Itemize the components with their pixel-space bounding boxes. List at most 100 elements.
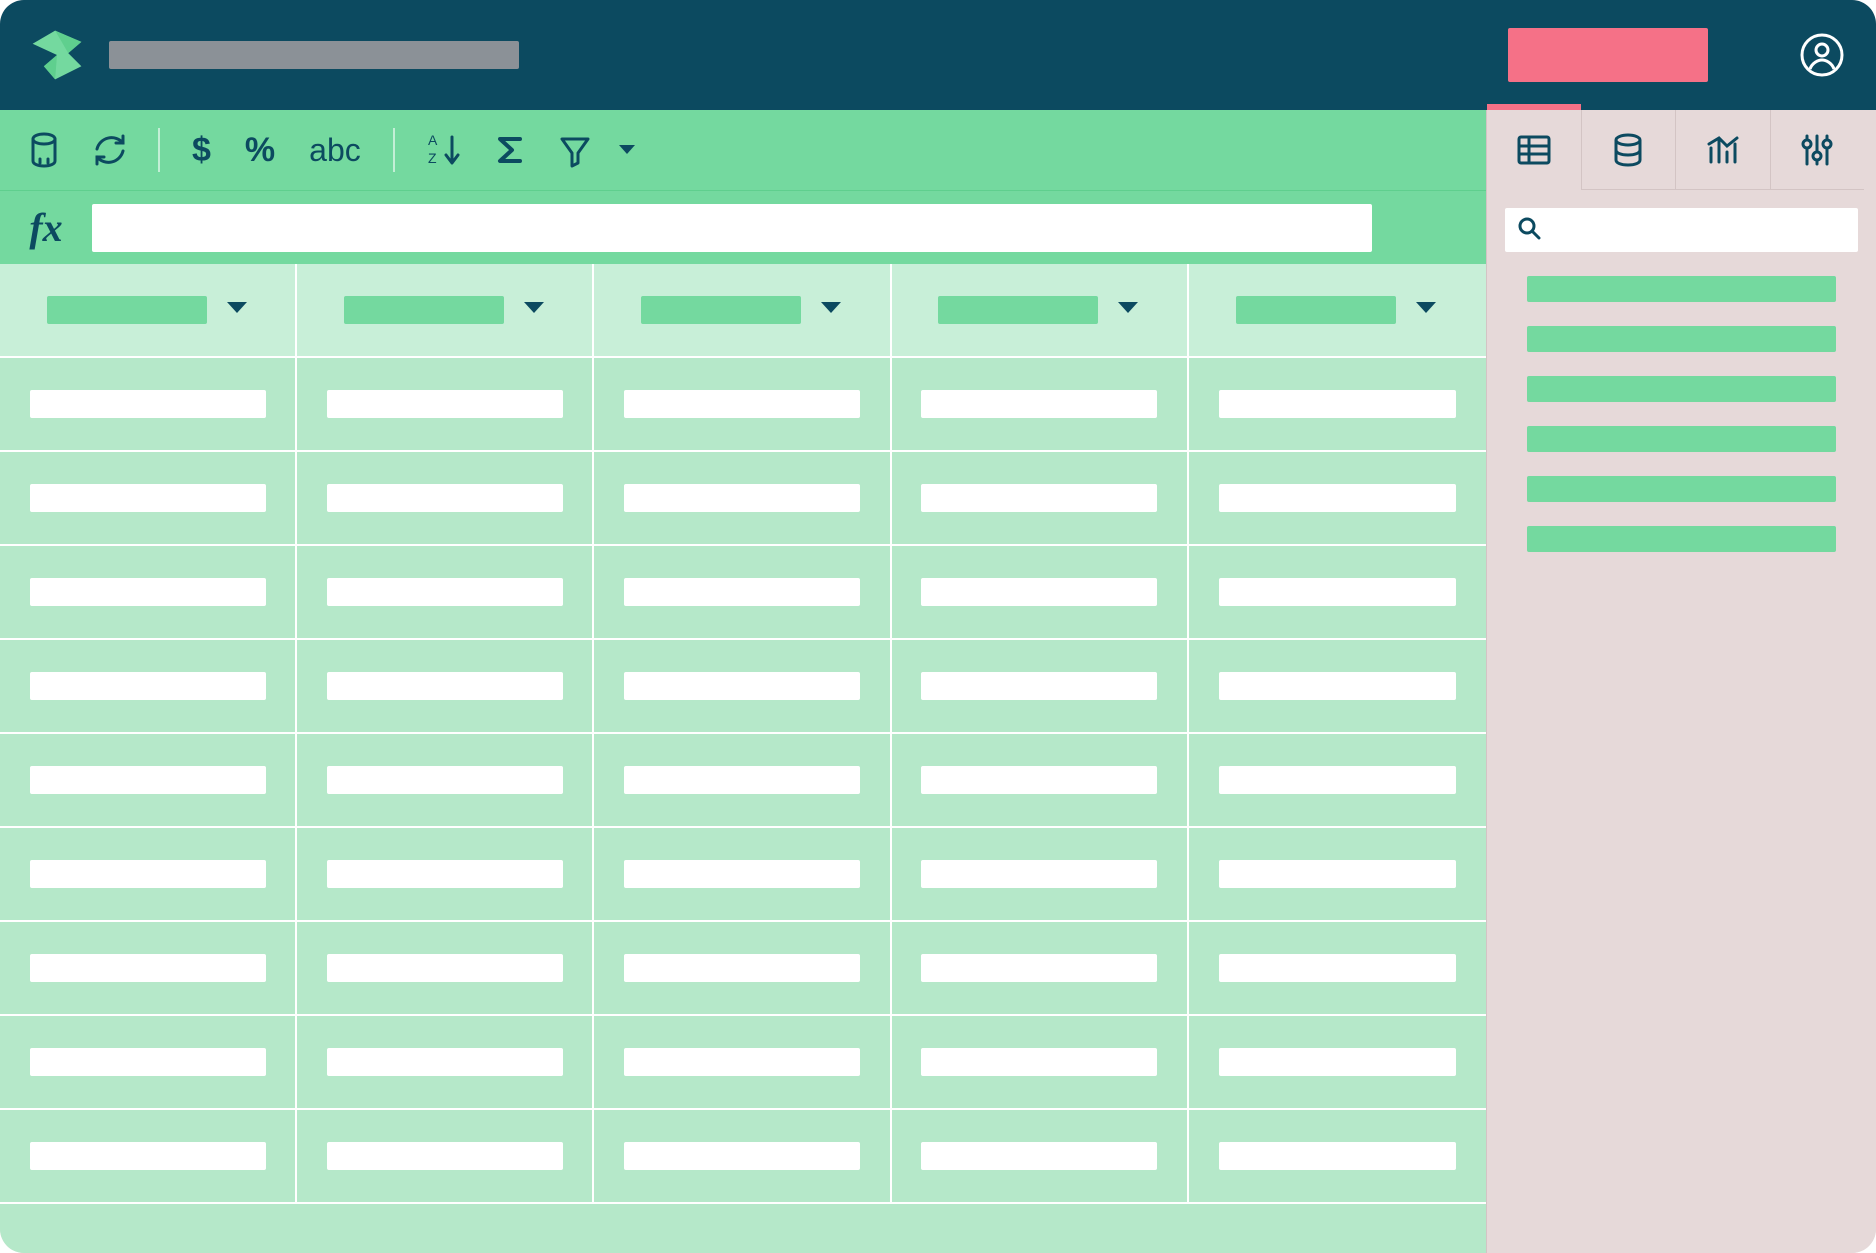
cell-value (30, 1142, 266, 1170)
sidebar-item[interactable] (1527, 526, 1836, 552)
cell[interactable] (594, 452, 891, 546)
cell[interactable] (1189, 734, 1486, 828)
cell-value (624, 672, 860, 700)
cell[interactable] (594, 1016, 891, 1110)
chevron-down-icon[interactable] (819, 300, 843, 321)
cell[interactable] (297, 734, 594, 828)
cell-value (30, 1048, 266, 1076)
chevron-down-icon[interactable] (1116, 300, 1140, 321)
sidebar-tab-settings[interactable] (1771, 110, 1865, 190)
sidebar-item[interactable] (1527, 276, 1836, 302)
cell[interactable] (892, 734, 1189, 828)
cell[interactable] (1189, 546, 1486, 640)
format-text-button[interactable]: abc (301, 132, 369, 169)
cell-value (921, 390, 1157, 418)
cell[interactable] (0, 358, 297, 452)
cell[interactable] (594, 546, 891, 640)
toolbar-separator (158, 128, 160, 172)
cell-value (624, 578, 860, 606)
data-grid[interactable] (0, 264, 1486, 1253)
cell[interactable] (594, 734, 891, 828)
cell[interactable] (297, 452, 594, 546)
column-header[interactable] (1189, 264, 1486, 358)
cell[interactable] (892, 828, 1189, 922)
format-percent-button[interactable]: % (237, 131, 283, 170)
action-banner[interactable] (1508, 28, 1708, 82)
cell[interactable] (1189, 1110, 1486, 1204)
app-logo-icon[interactable] (25, 23, 89, 87)
filter-dropdown-caret-icon[interactable] (617, 143, 637, 157)
cell[interactable] (1189, 640, 1486, 734)
cell[interactable] (0, 640, 297, 734)
refresh-icon[interactable] (86, 126, 134, 174)
cell[interactable] (297, 640, 594, 734)
cell[interactable] (0, 734, 297, 828)
cell[interactable] (1189, 1016, 1486, 1110)
cell-value (921, 484, 1157, 512)
cell[interactable] (0, 1016, 297, 1110)
topbar (0, 0, 1876, 110)
cell-value (921, 766, 1157, 794)
cell-value (1219, 1142, 1457, 1170)
column-header[interactable] (297, 264, 594, 358)
cell[interactable] (892, 546, 1189, 640)
cell-value (1219, 390, 1457, 418)
sidebar-item[interactable] (1527, 426, 1836, 452)
cell[interactable] (297, 1016, 594, 1110)
cell[interactable] (892, 452, 1189, 546)
chevron-down-icon[interactable] (522, 300, 546, 321)
cell[interactable] (892, 1016, 1189, 1110)
cell-value (1219, 578, 1457, 606)
cell[interactable] (1189, 358, 1486, 452)
cell[interactable] (892, 640, 1189, 734)
filter-icon[interactable] (551, 126, 599, 174)
cell[interactable] (297, 546, 594, 640)
cell[interactable] (0, 828, 297, 922)
cell[interactable] (297, 358, 594, 452)
cell-value (1219, 1048, 1457, 1076)
cell[interactable] (297, 828, 594, 922)
sidebar-item[interactable] (1527, 326, 1836, 352)
cell-value (30, 766, 266, 794)
cell[interactable] (0, 546, 297, 640)
cell[interactable] (1189, 828, 1486, 922)
sidebar-item[interactable] (1527, 476, 1836, 502)
cell[interactable] (297, 922, 594, 1016)
sidebar-search-input[interactable] (1551, 220, 1846, 241)
column-label (1236, 296, 1396, 324)
sidebar-tab-table[interactable] (1487, 110, 1582, 190)
cell[interactable] (892, 358, 1189, 452)
sidebar-tab-database[interactable] (1582, 110, 1677, 190)
column-header[interactable] (892, 264, 1189, 358)
cell[interactable] (892, 922, 1189, 1016)
format-currency-button[interactable]: $ (184, 131, 219, 170)
cell[interactable] (594, 922, 891, 1016)
formula-input[interactable] (92, 204, 1372, 252)
cell[interactable] (0, 452, 297, 546)
chevron-down-icon[interactable] (1414, 300, 1438, 321)
cell[interactable] (0, 1110, 297, 1204)
cell-value (624, 484, 860, 512)
cell[interactable] (297, 1110, 594, 1204)
column-header[interactable] (594, 264, 891, 358)
cell[interactable] (594, 1110, 891, 1204)
chevron-down-icon[interactable] (225, 300, 249, 321)
cell[interactable] (594, 358, 891, 452)
cell-value (624, 1048, 860, 1076)
user-avatar-icon[interactable] (1798, 31, 1846, 79)
database-icon[interactable] (20, 126, 68, 174)
cell[interactable] (892, 1110, 1189, 1204)
sidebar-list (1487, 276, 1876, 552)
cell[interactable] (594, 828, 891, 922)
cell[interactable] (1189, 922, 1486, 1016)
sidebar-tab-chart[interactable] (1676, 110, 1771, 190)
cell[interactable] (0, 922, 297, 1016)
sidebar-search[interactable] (1505, 208, 1858, 252)
column-header[interactable] (0, 264, 297, 358)
cell[interactable] (1189, 452, 1486, 546)
document-title[interactable] (109, 41, 519, 69)
sidebar-item[interactable] (1527, 376, 1836, 402)
sort-icon[interactable]: A Z (419, 126, 467, 174)
cell[interactable] (594, 640, 891, 734)
sigma-aggregate-icon[interactable] (485, 126, 533, 174)
